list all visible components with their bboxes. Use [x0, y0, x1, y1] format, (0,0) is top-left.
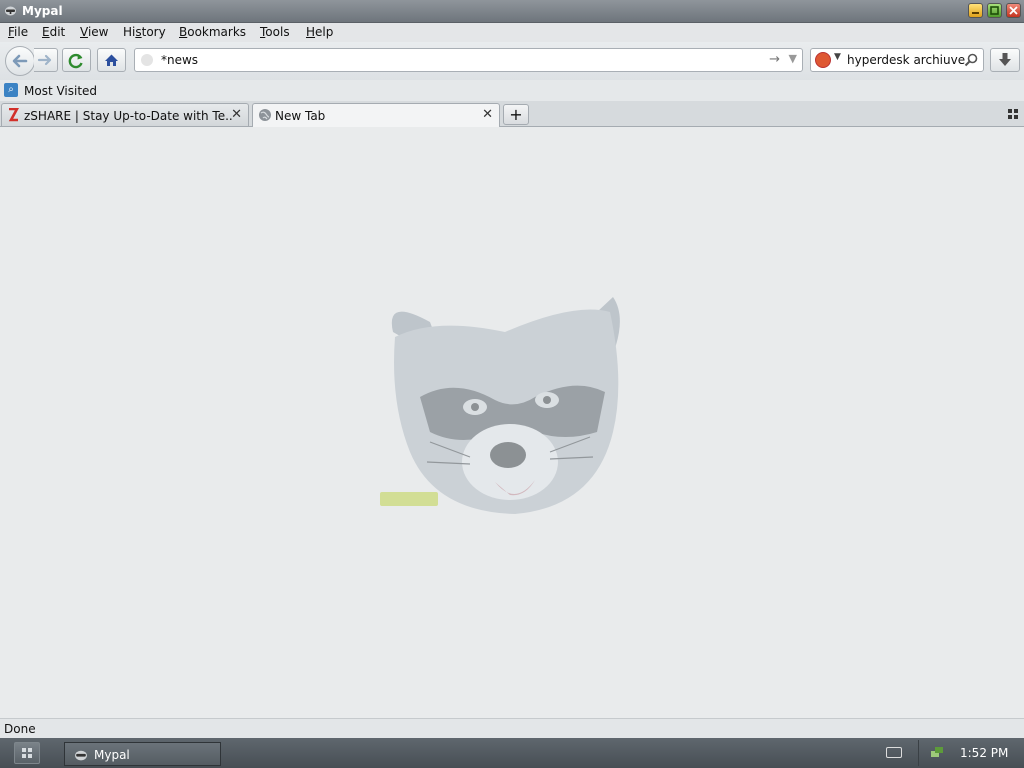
- network-icon[interactable]: [930, 745, 944, 759]
- close-icon: [1009, 6, 1018, 15]
- search-icon[interactable]: [964, 53, 978, 67]
- most-visited-icon: ⌕: [4, 83, 18, 97]
- tab-label: New Tab: [275, 109, 326, 123]
- bookmark-most-visited[interactable]: Most Visited: [24, 84, 97, 98]
- page-content: [0, 127, 1024, 718]
- minimize-icon: [972, 12, 979, 14]
- menu-bookmarks[interactable]: Bookmarks: [179, 25, 246, 39]
- go-arrow-icon[interactable]: →: [769, 52, 780, 67]
- search-bar[interactable]: ▼ hyperdesk archiuve: [810, 48, 984, 72]
- address-bar[interactable]: *news → ▼: [134, 48, 803, 72]
- maximize-icon: [990, 6, 999, 15]
- app-grid-icon: [22, 748, 32, 758]
- taskbar-item-mypal[interactable]: Mypal: [64, 742, 221, 766]
- raccoon-icon: [75, 750, 87, 761]
- menu-file[interactable]: File: [8, 25, 28, 39]
- tab-zshare[interactable]: zSHARE | Stay Up-to-Date with Te... ✕: [1, 103, 249, 126]
- forward-arrow-icon: [37, 54, 52, 66]
- raccoon-icon: [5, 6, 16, 16]
- keyboard-icon[interactable]: [886, 747, 902, 758]
- menu-view[interactable]: View: [80, 25, 108, 39]
- clock[interactable]: 1:52 PM: [960, 746, 1008, 760]
- tab-close-icon[interactable]: ✕: [482, 107, 493, 122]
- raccoon-logo: [380, 297, 620, 514]
- taskbar: Mypal 1:52 PM: [0, 738, 1024, 768]
- reload-icon: [68, 53, 83, 69]
- reload-button[interactable]: [62, 48, 91, 72]
- plus-icon: +: [509, 105, 523, 124]
- engine-dropdown-icon[interactable]: ▼: [834, 52, 841, 62]
- bookmarks-toolbar: ⌕ Most Visited: [0, 80, 1024, 101]
- new-tab-button[interactable]: +: [503, 104, 529, 125]
- status-bar: Done: [0, 718, 1024, 739]
- search-input[interactable]: hyperdesk archiuve: [847, 53, 965, 67]
- download-arrow-icon: [999, 53, 1011, 66]
- tab-strip: zSHARE | Stay Up-to-Date with Te... ✕ Ne…: [0, 101, 1024, 127]
- downloads-button[interactable]: [990, 48, 1020, 72]
- tab-close-icon[interactable]: ✕: [231, 107, 242, 122]
- back-arrow-icon: [12, 54, 28, 68]
- zshare-icon: [8, 108, 19, 122]
- url-history-dropdown-icon[interactable]: ▼: [789, 52, 797, 65]
- globe-icon: [259, 109, 271, 121]
- menu-bar: File Edit View History Bookmarks Tools H…: [0, 23, 1024, 42]
- title-bar[interactable]: Mypal: [0, 0, 1024, 23]
- window-title: Mypal: [22, 4, 63, 18]
- forward-button[interactable]: [34, 48, 58, 72]
- home-icon: [105, 54, 118, 66]
- menu-tools[interactable]: Tools: [260, 25, 290, 39]
- tab-label: zSHARE | Stay Up-to-Date with Te...: [24, 109, 232, 123]
- url-input[interactable]: *news: [161, 53, 198, 67]
- taskbar-item-label: Mypal: [94, 748, 130, 762]
- close-window-button[interactable]: [1006, 3, 1021, 18]
- tab-groups-icon[interactable]: [1007, 108, 1019, 120]
- duckduckgo-icon[interactable]: [815, 52, 831, 68]
- maximize-button[interactable]: [987, 3, 1002, 18]
- home-button[interactable]: [97, 48, 126, 72]
- start-menu-button[interactable]: [14, 742, 40, 764]
- menu-edit[interactable]: Edit: [42, 25, 65, 39]
- status-text: Done: [4, 722, 36, 736]
- menu-help[interactable]: Help: [306, 25, 333, 39]
- tab-new-tab[interactable]: New Tab ✕: [252, 103, 500, 127]
- tray-separator: [918, 740, 919, 766]
- navigation-toolbar: *news → ▼ ▼ hyperdesk archiuve: [0, 42, 1024, 80]
- site-identity-icon[interactable]: [141, 54, 153, 66]
- back-button[interactable]: [5, 46, 35, 76]
- minimize-button[interactable]: [968, 3, 983, 18]
- menu-history[interactable]: History: [123, 25, 166, 39]
